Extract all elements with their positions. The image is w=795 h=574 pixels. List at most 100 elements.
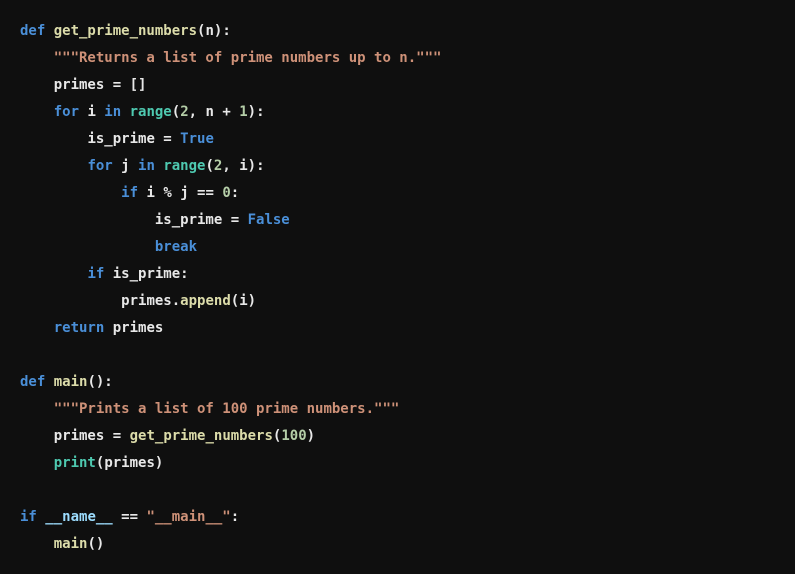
code-token: print (54, 455, 96, 471)
code-line: primes = [] (20, 72, 775, 99)
code-token: = (163, 131, 171, 147)
code-token: ) (248, 293, 256, 309)
code-token: ( (231, 293, 239, 309)
code-line (20, 342, 775, 369)
code-line: main() (20, 531, 775, 558)
code-token: : (256, 158, 264, 174)
code-token: : (231, 185, 239, 201)
code-token: range (163, 158, 205, 174)
code-token: primes (113, 320, 164, 336)
code-token: def (20, 374, 54, 390)
code-token: primes (121, 293, 172, 309)
code-token: ) (307, 428, 315, 444)
code-token: j (180, 185, 197, 201)
code-token: ) (155, 455, 163, 471)
code-line: print(primes) (20, 450, 775, 477)
code-line: is_prime = True (20, 126, 775, 153)
code-line: for j in range(2, i): (20, 153, 775, 180)
code-token: main (54, 536, 88, 552)
code-token: , (222, 158, 239, 174)
code-token (172, 131, 180, 147)
code-token: % (163, 185, 171, 201)
code-token: [] (130, 77, 147, 93)
code-token: ) (248, 158, 256, 174)
code-line: def get_prime_numbers(n): (20, 18, 775, 45)
code-token: : (222, 23, 230, 39)
code-token: main (54, 374, 88, 390)
code-token: __name__ (45, 509, 121, 525)
code-line: def main(): (20, 369, 775, 396)
code-token (121, 428, 129, 444)
code-token: ( (172, 104, 180, 120)
code-token: 2 (180, 104, 188, 120)
code-token: , (189, 104, 206, 120)
code-token: """Returns a list of prime numbers up to… (54, 50, 442, 66)
code-token: : (104, 374, 112, 390)
code-token: : (231, 509, 239, 525)
code-token: append (180, 293, 231, 309)
code-token: . (172, 293, 180, 309)
code-token: i (87, 104, 104, 120)
code-token: n (205, 104, 222, 120)
code-token: () (87, 374, 104, 390)
code-token: primes (104, 455, 155, 471)
code-token: def (20, 23, 54, 39)
code-token: in (104, 104, 129, 120)
code-editor[interactable]: def get_prime_numbers(n): """Returns a l… (20, 18, 775, 558)
code-token: is_prime (155, 212, 231, 228)
code-token (231, 104, 239, 120)
code-token: True (180, 131, 214, 147)
code-token: for (54, 104, 88, 120)
code-token: = (113, 77, 121, 93)
code-line: if is_prime: (20, 261, 775, 288)
code-line: break (20, 234, 775, 261)
code-token: if (121, 185, 146, 201)
code-line: for i in range(2, n + 1): (20, 99, 775, 126)
code-line: return primes (20, 315, 775, 342)
code-line (20, 477, 775, 504)
code-token: get_prime_numbers (130, 428, 273, 444)
code-token: = (113, 428, 121, 444)
code-token: range (130, 104, 172, 120)
code-token: i (239, 293, 247, 309)
code-token: : (180, 266, 188, 282)
code-token: is_prime (87, 131, 163, 147)
code-token: () (87, 536, 104, 552)
code-token (239, 212, 247, 228)
code-token: 1 (239, 104, 247, 120)
code-token: in (138, 158, 163, 174)
code-token: : (256, 104, 264, 120)
code-token: ( (205, 158, 213, 174)
code-token: ) (248, 104, 256, 120)
code-line: """Prints a list of 100 prime numbers.""… (20, 396, 775, 423)
code-token (172, 185, 180, 201)
code-token: == (197, 185, 214, 201)
code-token: 100 (281, 428, 306, 444)
code-token: n (205, 23, 213, 39)
code-line: primes.append(i) (20, 288, 775, 315)
code-token: j (121, 158, 138, 174)
code-line: """Returns a list of prime numbers up to… (20, 45, 775, 72)
code-token: i (239, 158, 247, 174)
code-token: False (248, 212, 290, 228)
code-token: + (222, 104, 230, 120)
code-line: is_prime = False (20, 207, 775, 234)
code-token: if (87, 266, 112, 282)
code-token: "__main__" (146, 509, 230, 525)
code-token (121, 77, 129, 93)
code-token: i (146, 185, 163, 201)
code-line: if __name__ == "__main__": (20, 504, 775, 531)
code-token: get_prime_numbers (54, 23, 197, 39)
code-token: 0 (222, 185, 230, 201)
code-token: break (155, 239, 197, 255)
code-token: primes (54, 428, 113, 444)
code-token: """Prints a list of 100 prime numbers.""… (54, 401, 400, 417)
code-token: if (20, 509, 45, 525)
code-line: if i % j == 0: (20, 180, 775, 207)
code-token: return (54, 320, 113, 336)
code-token: primes (54, 77, 113, 93)
code-token: = (231, 212, 239, 228)
code-token: for (87, 158, 121, 174)
code-line: primes = get_prime_numbers(100) (20, 423, 775, 450)
code-token: == (121, 509, 138, 525)
